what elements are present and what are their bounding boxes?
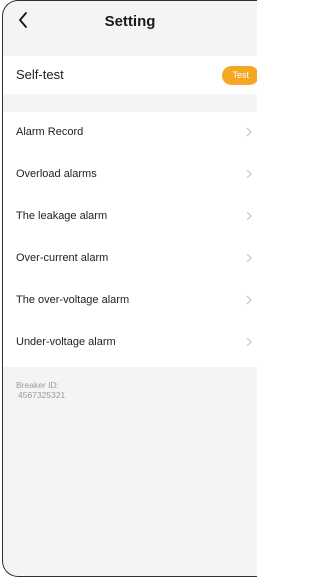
list-item-label: Overload alarms xyxy=(16,168,97,180)
self-test-card: Self-test Test xyxy=(3,56,257,94)
page-title: Setting xyxy=(104,12,156,30)
chevron-right-icon xyxy=(246,211,252,221)
self-test-label: Self-test xyxy=(16,67,64,82)
breaker-id-info: Breaker ID: 4567325321 xyxy=(16,380,65,400)
list-item-overload-alarms[interactable]: Overload alarms xyxy=(3,154,257,196)
chevron-right-icon xyxy=(246,253,252,263)
list-item-over-voltage-alarm[interactable]: The over-voltage alarm xyxy=(3,280,257,322)
breaker-id-label: Breaker ID: xyxy=(16,380,59,390)
list-item-label: The leakage alarm xyxy=(16,210,108,222)
list-item-label: The over-voltage alarm xyxy=(16,294,130,306)
chevron-right-icon xyxy=(246,169,252,179)
breaker-id-value: 4567325321 xyxy=(18,390,66,400)
test-button[interactable]: Test xyxy=(222,66,257,85)
list-item-alarm-record[interactable]: Alarm Record xyxy=(3,112,257,154)
chevron-right-icon xyxy=(246,295,252,305)
list-item-leakage-alarm[interactable]: The leakage alarm xyxy=(3,196,257,238)
list-item-over-current-alarm[interactable]: Over-current alarm xyxy=(3,238,257,280)
list-item-label: Over-current alarm xyxy=(16,252,109,264)
chevron-right-icon xyxy=(246,127,252,137)
chevron-right-icon xyxy=(246,337,252,347)
header-bar: Setting xyxy=(3,1,257,41)
alarm-settings-list: Alarm Record Overload alarms The leakage… xyxy=(3,112,257,367)
phone-frame: Setting Self-test Test Alarm Record Over… xyxy=(2,0,257,577)
list-item-label: Under-voltage alarm xyxy=(16,336,116,348)
back-button[interactable] xyxy=(13,9,33,31)
chevron-left-icon xyxy=(19,12,27,28)
list-item-label: Alarm Record xyxy=(16,126,84,138)
list-item-under-voltage-alarm[interactable]: Under-voltage alarm xyxy=(3,322,257,364)
